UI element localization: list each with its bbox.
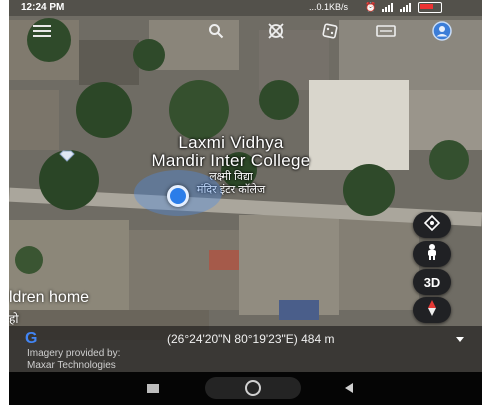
my-location-dot: [167, 185, 189, 207]
status-time: 12:24 PM: [21, 2, 65, 13]
system-icons: ⏰: [365, 2, 443, 13]
status-bar: 12:24 PM ...0.1KB/s ⏰: [9, 0, 482, 16]
dice-icon[interactable]: [319, 21, 341, 41]
pegman-button[interactable]: [413, 241, 451, 267]
place-name-line1: Laxmi Vidhya: [178, 133, 284, 152]
partial-place-label: ldren home: [9, 289, 90, 306]
signal-icon: [382, 3, 394, 12]
info-strip: G (26°24'20"N 80°19'23"E) 484 m Imagery …: [9, 326, 482, 372]
back-button[interactable]: [345, 383, 353, 393]
pegman-icon: [425, 243, 439, 266]
3d-toggle-button[interactable]: 3D: [413, 269, 451, 295]
credit-line-2: Maxar Technologies: [27, 360, 116, 371]
satellite-map[interactable]: 12:24 PM ...0.1KB/s ⏰ Laxmi Vidhya Mandi…: [9, 0, 482, 372]
place-name-line2: Mandir Inter College: [151, 151, 311, 170]
network-speed: ...0.1KB/s: [309, 2, 349, 12]
recents-button[interactable]: [147, 384, 159, 393]
compass-button[interactable]: [413, 297, 451, 323]
phone-screen: 12:24 PM ...0.1KB/s ⏰ Laxmi Vidhya Mandi…: [9, 0, 482, 405]
compass-icon: [425, 299, 439, 322]
recenter-icon: [423, 214, 441, 237]
map-style-icon[interactable]: [375, 21, 397, 41]
search-icon[interactable]: [205, 21, 227, 41]
imagery-credits: Imagery provided by: Maxar Technologies: [27, 348, 120, 372]
google-logo: G: [25, 330, 38, 347]
place-hindi-line2: मंदिर इंटर कॉलेज: [196, 184, 266, 196]
signal-icon-2: [400, 3, 412, 12]
alarm-icon: ⏰: [365, 2, 377, 12]
home-icon: [245, 380, 261, 396]
navigation-bar: [9, 372, 482, 405]
place-label[interactable]: Laxmi Vidhya Mandir Inter College लक्ष्म…: [71, 133, 391, 197]
coordinates-readout[interactable]: (26°24'20"N 80°19'23"E) 484 m: [167, 332, 334, 346]
partial-place-label-hindi: हो: [9, 312, 19, 326]
menu-icon[interactable]: [31, 21, 53, 41]
caret-down-icon[interactable]: [456, 337, 464, 342]
account-icon[interactable]: [431, 21, 453, 41]
home-button[interactable]: [205, 377, 301, 399]
credit-line-1: Imagery provided by:: [27, 348, 121, 359]
place-hindi-line1: लक्ष्मी विद्या: [209, 171, 253, 183]
battery-icon: [418, 2, 443, 13]
voyager-icon[interactable]: [265, 21, 287, 41]
recenter-button[interactable]: [413, 212, 451, 238]
top-toolbar: [9, 18, 482, 42]
